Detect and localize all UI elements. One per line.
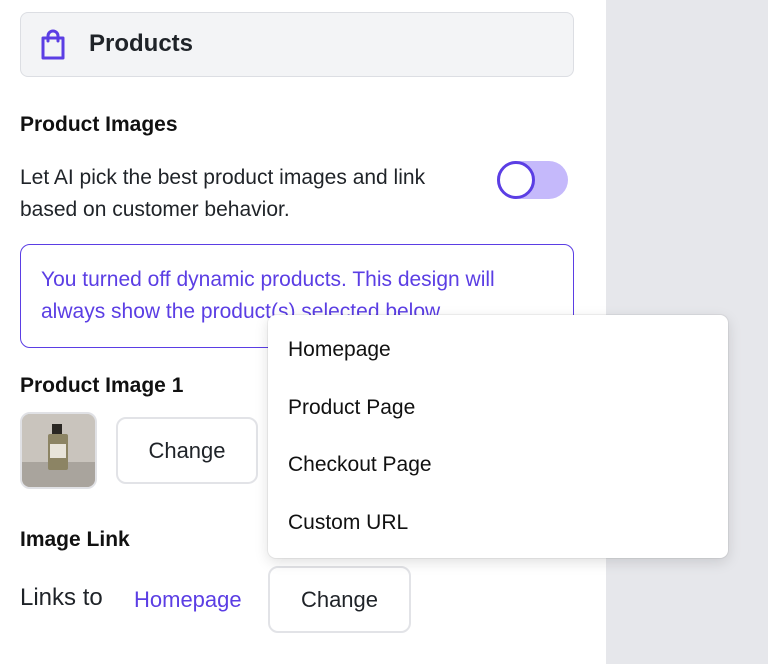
shopping-bag-icon [39,29,67,61]
link-destination-dropdown: Homepage Product Page Checkout Page Cust… [268,315,728,558]
change-link-button[interactable]: Change [268,566,411,633]
dropdown-option-custom-url[interactable]: Custom URL [288,511,408,535]
toggle-knob [497,161,535,199]
links-to-value: Homepage [134,587,242,612]
product-images-description: Let AI pick the best product images and … [20,166,426,221]
dropdown-option-checkout-page[interactable]: Checkout Page [288,453,432,477]
products-section-header[interactable]: Products [20,12,574,77]
dropdown-option-product-page[interactable]: Product Page [288,396,415,420]
product-image-1-heading: Product Image 1 [20,374,184,397]
product-images-heading: Product Images [20,113,178,136]
links-to-label: Links to [20,584,103,611]
change-image-button[interactable]: Change [116,417,258,484]
section-title: Products [89,30,194,57]
dynamic-products-toggle[interactable] [497,161,568,199]
dropdown-option-homepage[interactable]: Homepage [288,338,391,362]
image-link-heading: Image Link [20,528,130,551]
product-thumbnail[interactable] [20,412,97,489]
